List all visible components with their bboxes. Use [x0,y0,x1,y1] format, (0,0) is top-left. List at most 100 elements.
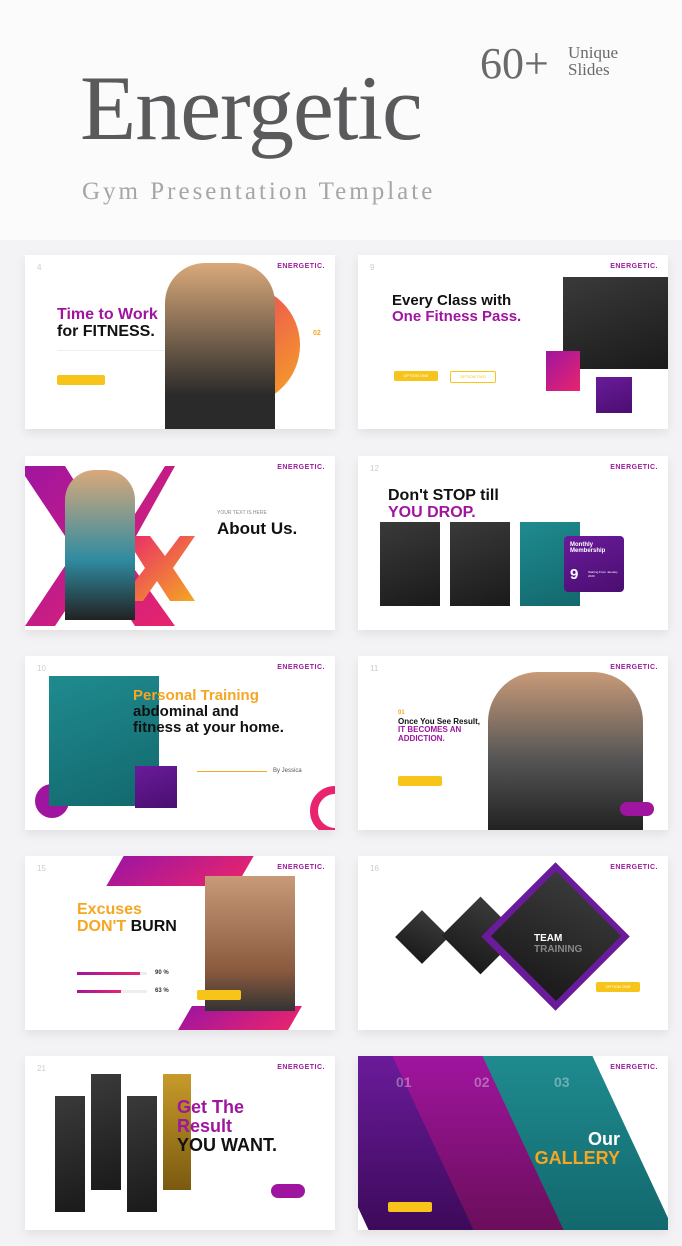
option-one-button[interactable]: OPTION ONE [596,982,640,992]
slide-heading: About Us. [217,519,298,538]
heading-line-1: TEAM [534,933,563,944]
learn-more-button[interactable] [57,375,105,385]
slide-preview-8[interactable]: 16 ENERGETIC. TEAM TRAINING OPTION ONE [358,856,668,1030]
body-text [77,944,157,958]
brand-logo: ENERGETIC. [610,664,658,671]
progress-2-label: 63 % [155,988,169,994]
body-text [217,546,307,574]
step-number: 02 [313,330,321,337]
slide-heading: TEAM TRAINING [534,933,583,955]
learn-more-button[interactable] [398,776,442,786]
heading-line-3: ADDICTION. [398,733,445,743]
dancer-photo [65,470,135,620]
heading-line-2a: DON'T [77,917,127,935]
progress-1-label: 90 % [155,970,169,976]
slide-preview-3[interactable]: ENERGETIC. YOUR TEXT IS HERE About Us. [25,456,335,630]
body-text [57,350,167,365]
next-toggle[interactable] [620,802,654,816]
byline: By Jessica [273,768,302,774]
slide-number: 4 [37,263,42,272]
heading-line-2: YOU DROP. [388,503,476,521]
body-text [410,994,540,1006]
heading-line-1: Time to Work [57,306,158,323]
accent-ring [310,786,335,830]
membership-sub: Starting From January 2020 [588,570,618,578]
slide-heading: Every Class with One Fitness Pass. [392,293,521,325]
slide-heading: Once You See Result, IT BECOMES AN ADDIC… [398,717,480,743]
hero-header: Energetic Gym Presentation Template 60+ … [0,0,682,240]
option-two-button[interactable]: OPTION TWO [450,371,496,383]
brand-logo: ENERGETIC. [277,664,325,671]
brand-logo: ENERGETIC. [610,263,658,270]
slide-preview-10[interactable]: ENERGETIC. 01 02 03 Our GALLERY [358,1056,668,1230]
heading-line-3: YOU WANT. [177,1134,278,1155]
athlete-photo [165,263,275,429]
page-title: Energetic [80,57,423,159]
gallery-number-2: 02 [474,1074,490,1090]
photo-strip-3 [127,1096,157,1212]
progress-1-track [77,972,147,975]
slide-heading: Our GALLERY [535,1130,620,1168]
heading-line-2: for FITNESS. [57,322,155,340]
slide-heading: Personal Training abdominal and fitness … [133,688,284,735]
heading-line-1: Don't STOP till [388,487,499,504]
slide-preview-1[interactable]: 4 ENERGETIC. Time to Work for FITNESS. 0… [25,255,335,429]
body-text [392,335,542,355]
brand-logo: ENERGETIC. [610,464,658,471]
slide-preview-2[interactable]: 9 ENERGETIC. Every Class with One Fitnes… [358,255,668,429]
photo-strip-1 [55,1096,85,1212]
learn-more-button[interactable] [197,990,241,1000]
gallery-number-1: 01 [396,1074,412,1090]
divider [197,771,267,772]
slide-preview-5[interactable]: 10 ENERGETIC. Personal Training abdomina… [25,656,335,830]
slide-number: 9 [370,263,375,272]
heading-line-1: Excuses [77,901,142,918]
heading-line-1: Every Class with [392,292,512,309]
brand-logo: ENERGETIC. [277,464,325,471]
slide-heading: Don't STOP till YOU DROP. [388,487,499,522]
heading-line-3: fitness at your home. [133,718,284,736]
progress-2-track [77,990,147,993]
gym-photo-2 [450,522,510,606]
heading-line-1: Our [587,1129,620,1149]
small-photo [596,377,632,413]
option-one-button[interactable]: OPTION ONE [394,371,438,381]
heading-line-2: TRAINING [534,943,583,955]
membership-card: Monthly Membership 9 Starting From Janua… [564,536,624,592]
slide-number: 12 [370,464,379,473]
slide-count: 60+ [480,39,549,88]
brand-logo: ENERGETIC. [277,864,325,871]
step-number: 01 [398,710,405,716]
gallery-number-3: 03 [554,1074,570,1090]
slide-count-label-2: Slides [568,60,610,79]
page-subtitle: Gym Presentation Template [82,178,436,205]
slide-number: 21 [37,1064,46,1073]
slide-preview-9[interactable]: 21 ENERGETIC. Get The Result YOU WANT. [25,1056,335,1230]
photo-strip-2 [91,1074,121,1190]
next-toggle[interactable] [271,1184,305,1198]
heading-line-2: GALLERY [534,1147,620,1168]
brand-logo: ENERGETIC. [277,1064,325,1071]
slide-count-label: Unique Slides [568,44,618,78]
heading-line-1: Personal Training [133,687,259,704]
body-text [207,1184,267,1194]
learn-more-button[interactable] [388,1202,432,1212]
small-caption: YOUR TEXT IS HERE [217,510,267,516]
slide-preview-4[interactable]: 12 ENERGETIC. Don't STOP till YOU DROP. … [358,456,668,630]
brand-logo: ENERGETIC. [610,864,658,871]
heading-line-2b: BURN [126,917,177,935]
slide-preview-7[interactable]: 15 ENERGETIC. Excuses DON'T BURN 90 % 63… [25,856,335,1030]
slide-preview-6[interactable]: 11 ENERGETIC. 01 Once You See Result, IT… [358,656,668,830]
diamond-photo-1 [395,910,449,964]
body-text [398,752,458,766]
slide-number: 16 [370,864,379,873]
gym-photo-1 [380,522,440,606]
slide-number: 11 [370,664,379,673]
membership-title: Monthly Membership [570,542,606,554]
accent-block [546,351,580,391]
slide-heading: Get The Result YOU WANT. [177,1098,277,1155]
heading-line-1: Get The [177,1097,245,1117]
progress-1-fill [77,972,140,975]
progress-2-fill [77,990,122,993]
heading-line-2: Result [177,1115,233,1136]
